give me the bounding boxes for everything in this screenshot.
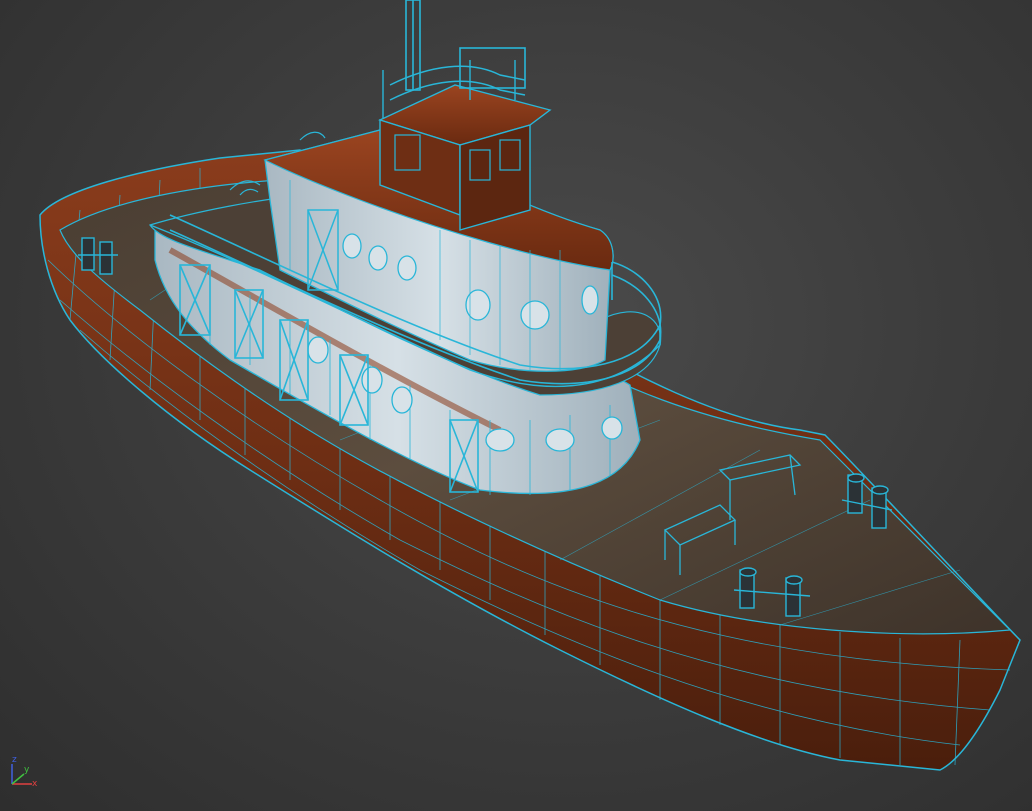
y-axis-label: y bbox=[24, 765, 30, 775]
3d-viewport[interactable]: z x y bbox=[0, 0, 1032, 811]
x-axis-label: x bbox=[32, 779, 38, 789]
axis-gizmo: z x y bbox=[4, 756, 40, 792]
tugboat-model[interactable] bbox=[0, 0, 1032, 811]
z-axis-label: z bbox=[12, 755, 17, 765]
